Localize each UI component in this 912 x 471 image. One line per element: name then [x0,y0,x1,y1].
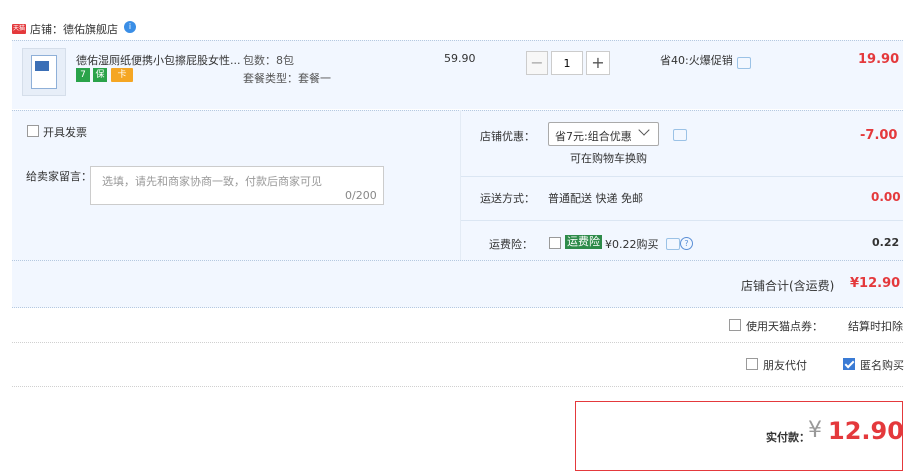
shop-total-value: ¥12.90 [850,276,901,291]
shipping-amount: 0.00 [871,190,901,204]
shop-name[interactable]: 店铺：德佑旗舰店 [30,21,118,37]
insurance-price-text[interactable]: ¥0.22购买 [605,236,659,252]
comment-icon[interactable] [737,57,751,69]
anonymous-purchase-checkbox[interactable] [843,358,855,370]
currency-symbol: ¥ [808,418,822,443]
insurance-label: 运费险： [489,238,533,251]
dotted-divider [12,386,903,387]
promotion-text: 省40:火爆促销 [660,54,733,67]
row-separator [461,220,903,221]
insurance-tag[interactable]: 运费险 [565,235,602,249]
panel-divider [460,110,461,260]
shipping-method: 普通配送 快递 免邮 [548,192,643,205]
guarantee-icon[interactable]: 保 [93,68,107,82]
payment-label: 实付款： [766,431,810,444]
credit-card-icon[interactable]: 卡 [111,68,133,82]
tmall-points-checkbox[interactable] [729,319,741,331]
insurance-checkbox[interactable] [549,237,561,249]
message-char-count: 0/200 [345,189,377,202]
anonymous-purchase-label[interactable]: 匿名购买 [860,357,904,373]
tmall-points-value: 结算时扣除 [848,320,903,333]
quantity-input[interactable] [551,51,583,75]
friend-pay-label[interactable]: 朋友代付 [763,357,807,373]
shipping-label: 运送方式： [480,192,535,205]
comment-icon[interactable] [673,129,687,141]
help-icon[interactable]: ? [680,237,693,250]
spec-package-type: 套餐类型：套餐一 [243,72,331,85]
row-separator [461,176,903,177]
invoice-label[interactable]: 开具发票 [43,124,87,140]
coupon-sub-note: 可在购物车换购 [570,152,647,165]
payment-amount: 12.90 [828,417,904,445]
shop-coupon-label: 店铺优惠： [480,130,535,143]
message-label: 给卖家留言： [26,170,92,183]
unit-price: 59.90 [444,52,476,65]
tmall-points-label[interactable]: 使用天猫点券： [746,318,823,334]
coupon-discount-amount: -7.00 [860,128,898,143]
spec-pack-count: 包数：8包 [243,54,294,67]
quantity-increment-button[interactable]: + [586,51,610,75]
chat-bubble-icon[interactable]: i [124,21,136,33]
package-label-icon [35,61,49,71]
dotted-divider [12,342,903,343]
product-thumbnail[interactable] [22,48,66,96]
seller-message-placeholder: 选填，请先和商家协商一致，付款后商家可见 [102,175,322,188]
comment-icon[interactable] [666,238,680,250]
shop-total-label: 店铺合计(含运费) [741,279,835,293]
item-subtotal: 19.90 [858,52,900,67]
product-title-link[interactable]: 德佑湿厕纸便携小包擦屁股女性... [76,52,241,68]
tmall-shop-tag: 天猫 [12,24,26,34]
shop-coupon-selected-value[interactable]: 省7元:组合优惠 [555,128,632,144]
quantity-decrement-button[interactable]: − [526,51,548,75]
invoice-checkbox[interactable] [27,125,39,137]
order-item-row [12,40,903,109]
seven-day-return-icon[interactable]: 7 [76,68,90,82]
insurance-amount: 0.22 [872,236,900,249]
friend-pay-checkbox[interactable] [746,358,758,370]
